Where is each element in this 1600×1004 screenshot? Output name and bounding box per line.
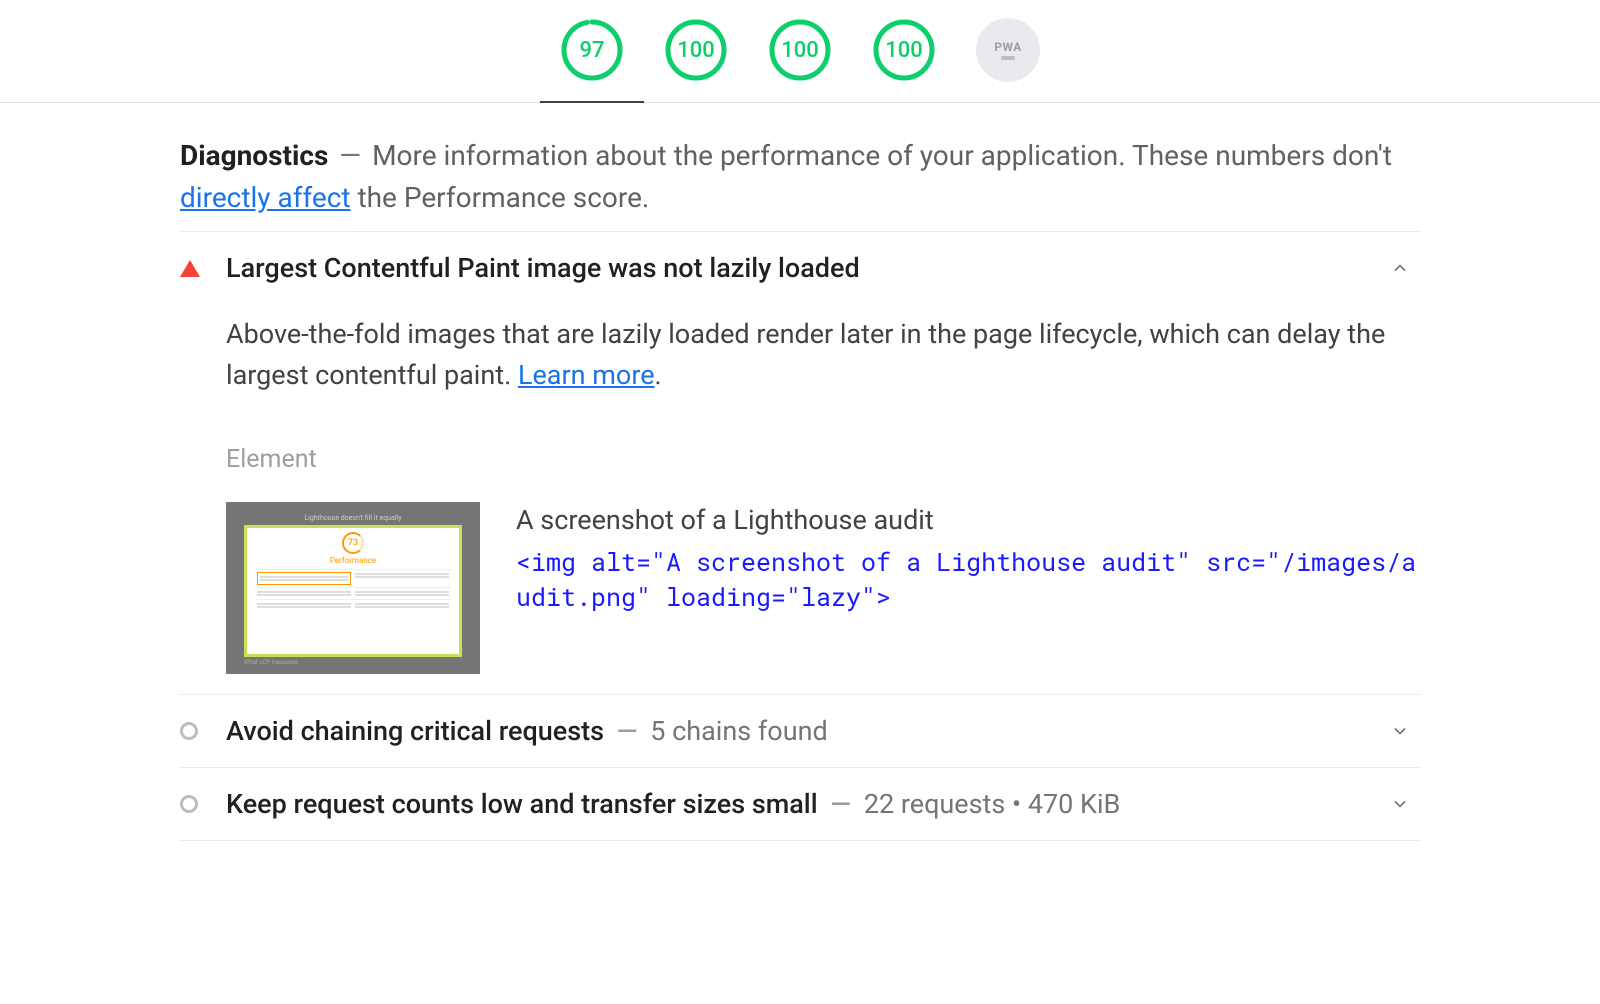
diagnostics-desc-prefix: More information about the performance o…: [372, 139, 1392, 172]
element-code-snippet: <img alt="A screenshot of a Lighthouse a…: [516, 544, 1420, 614]
element-row: Lighthouse doesn't fill it equally 73 Pe…: [226, 502, 1420, 674]
score-gauge-accessibility[interactable]: 100: [664, 18, 728, 82]
element-section-label: Element: [226, 445, 1420, 474]
active-tab-underline: [540, 101, 644, 103]
audit-marker: [180, 260, 204, 277]
audit-request-counts: Keep request counts low and transfer siz…: [180, 768, 1420, 841]
score-value: 100: [768, 18, 832, 82]
diagnostics-desc-suffix: the Performance score.: [351, 181, 650, 214]
content-area: Diagnostics — More information about the…: [180, 103, 1420, 841]
audit-desc-text: Above-the-fold images that are lazily lo…: [226, 318, 1385, 391]
audit-header[interactable]: Largest Contentful Paint image was not l…: [180, 252, 1420, 284]
element-text: A screenshot of a Lighthouse audit <img …: [516, 502, 1420, 614]
score-gauge-best-practices[interactable]: 100: [768, 18, 832, 82]
audit-title: Keep request counts low and transfer siz…: [226, 788, 1390, 820]
info-circle-icon: [180, 722, 198, 740]
audit-subtext: 22 requests • 470 KiB: [864, 788, 1121, 820]
diagnostics-header: Diagnostics — More information about the…: [180, 135, 1420, 232]
audit-body: Above-the-fold images that are lazily lo…: [180, 284, 1420, 674]
chevron-down-icon: [1390, 794, 1410, 814]
audit-lcp-lazy-load: Largest Contentful Paint image was not l…: [180, 232, 1420, 695]
chevron-up-icon: [1390, 258, 1410, 278]
audit-title: Avoid chaining critical requests — 5 cha…: [226, 715, 1390, 747]
learn-more-link[interactable]: Learn more: [518, 359, 655, 391]
score-value: 100: [872, 18, 936, 82]
audit-header[interactable]: Avoid chaining critical requests — 5 cha…: [180, 715, 1420, 747]
score-gauge-seo[interactable]: 100: [872, 18, 936, 82]
pwa-label: PWA: [994, 40, 1022, 54]
audit-description: Above-the-fold images that are lazily lo…: [226, 314, 1420, 395]
score-value: 100: [664, 18, 728, 82]
audit-desc-suffix: .: [655, 359, 662, 391]
audit-subtext: 5 chains found: [650, 715, 827, 747]
audit-marker: [180, 795, 204, 813]
diagnostics-title: Diagnostics: [180, 139, 328, 172]
audit-title: Largest Contentful Paint image was not l…: [226, 252, 1390, 284]
audit-critical-request-chains: Avoid chaining critical requests — 5 cha…: [180, 695, 1420, 768]
directly-affect-link[interactable]: directly affect: [180, 181, 351, 214]
audit-header[interactable]: Keep request counts low and transfer siz…: [180, 788, 1420, 820]
element-thumbnail[interactable]: Lighthouse doesn't fill it equally 73 Pe…: [226, 502, 480, 674]
audit-marker: [180, 722, 204, 740]
pwa-badge[interactable]: PWA: [976, 18, 1040, 82]
chevron-down-icon: [1390, 721, 1410, 741]
score-gauge-performance[interactable]: 97: [560, 18, 624, 82]
score-header: 97 100 100 100 PWA: [0, 0, 1600, 103]
info-circle-icon: [180, 795, 198, 813]
pwa-dash-icon: [1001, 56, 1015, 60]
separator: —: [339, 139, 368, 172]
triangle-warning-icon: [180, 260, 200, 277]
element-caption: A screenshot of a Lighthouse audit: [516, 502, 1420, 540]
score-value: 97: [560, 18, 624, 82]
